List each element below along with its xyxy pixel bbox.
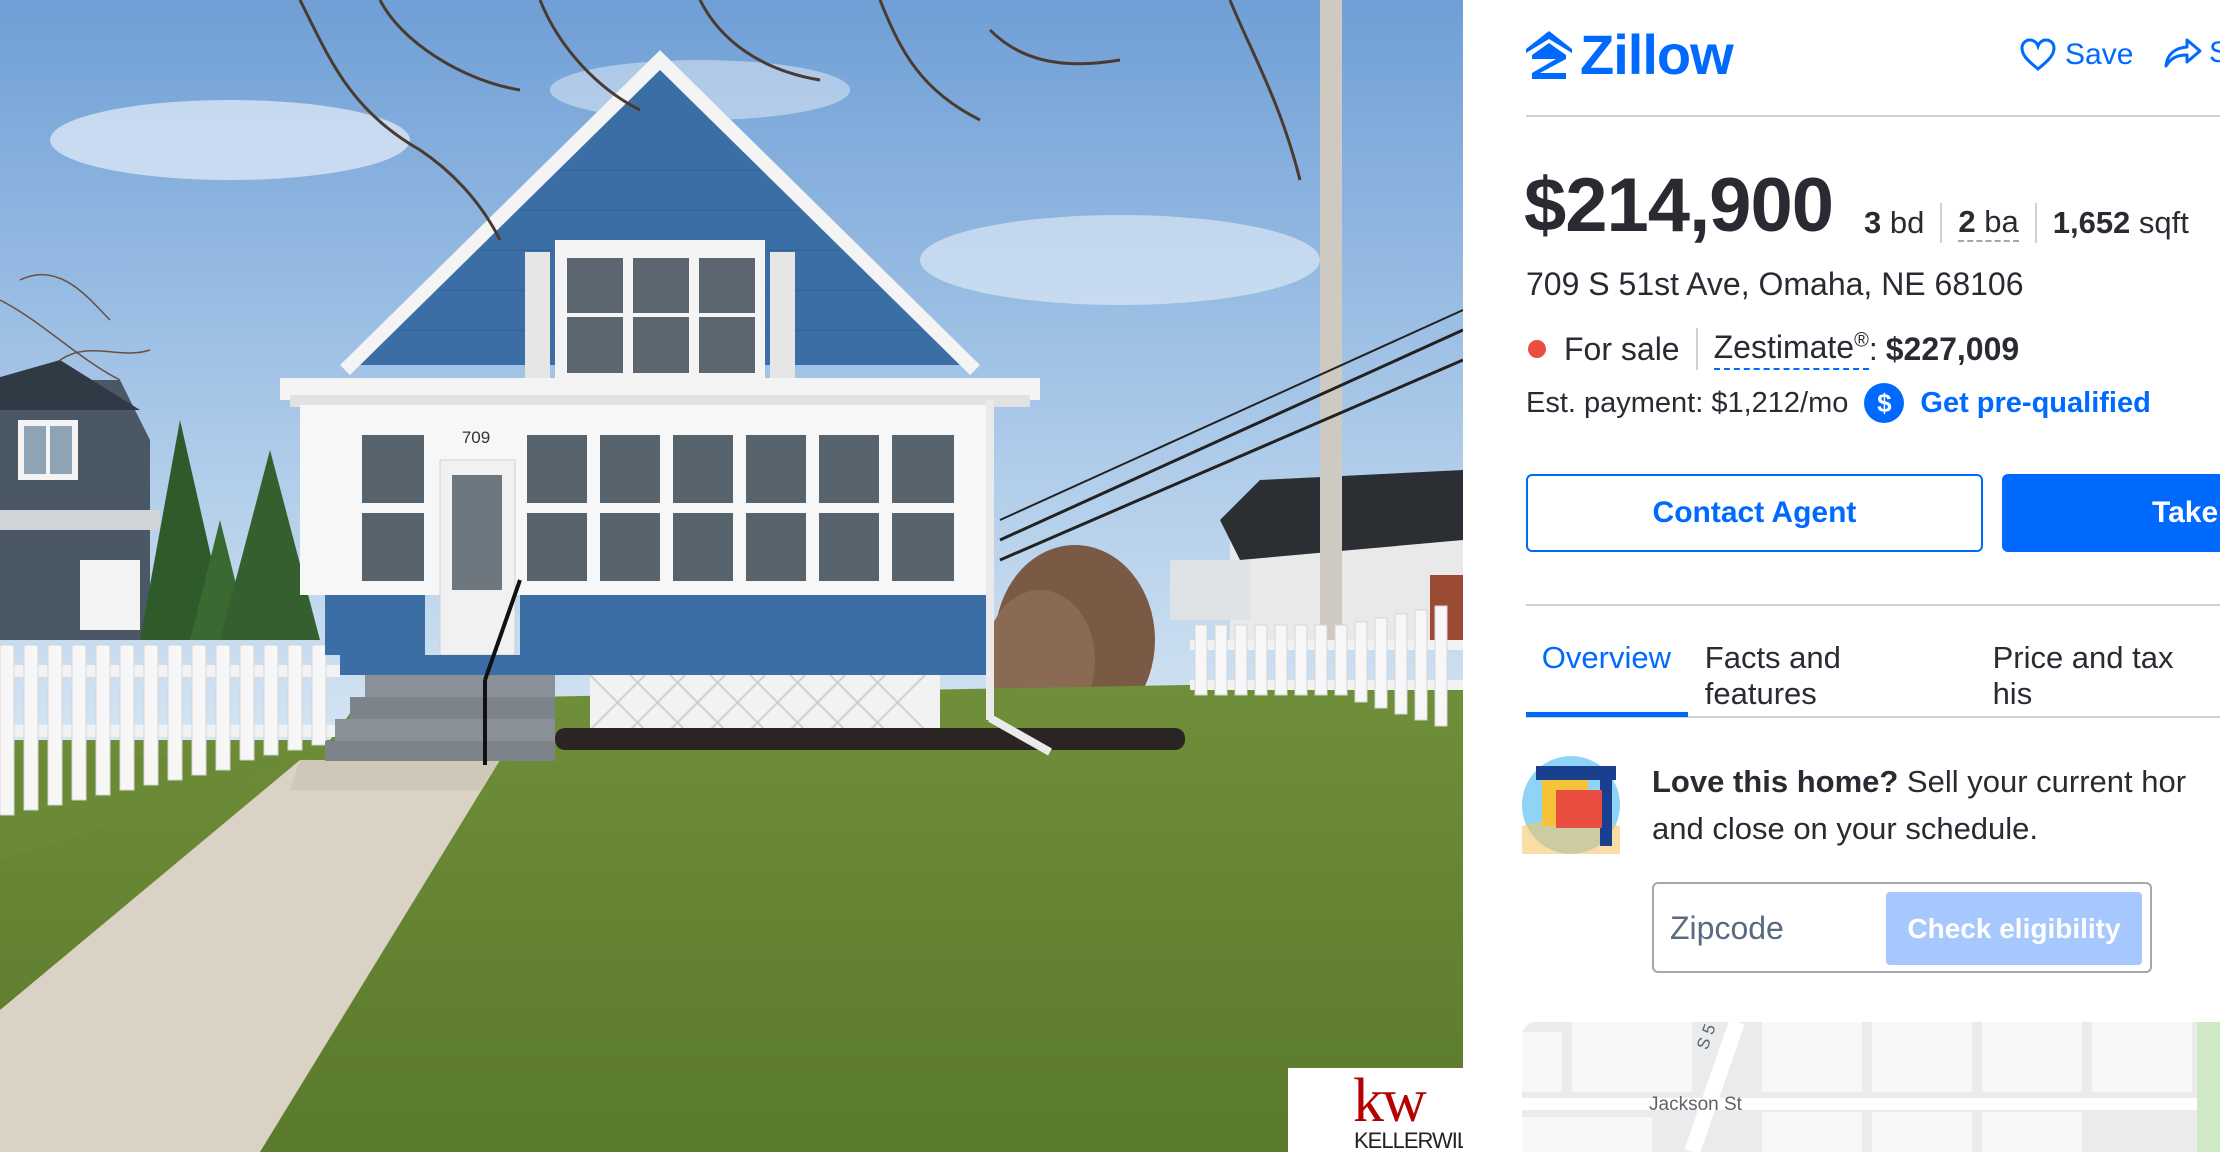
dollar-circle-icon: $ xyxy=(1864,383,1905,423)
take-tour-button[interactable]: Take xyxy=(2002,474,2220,552)
payment-row: Est. payment: $1,212/mo $ Get pre-qualif… xyxy=(1526,383,2151,423)
status-text: For sale xyxy=(1564,330,1680,367)
zestimate-link[interactable]: Zestimate® xyxy=(1713,328,1869,370)
brand-name: Zillow xyxy=(1580,23,1734,86)
sell-home-illustration-icon xyxy=(1522,756,1620,854)
map-preview[interactable]: Jackson St S 5 xyxy=(1522,1022,2220,1152)
share-button[interactable]: S xyxy=(2163,36,2220,70)
listing-stats: 3 bd 2 ba 1,652 sqft xyxy=(1864,203,2189,243)
listing-price: $214,900 xyxy=(1524,163,1834,248)
map-tiles xyxy=(1522,1022,2220,1152)
tab-price-and-tax-history[interactable]: Price and tax his xyxy=(1993,640,2220,712)
map-street-label: Jackson St xyxy=(1649,1094,1742,1115)
zestimate-colon: : xyxy=(1868,330,1878,367)
status-dot-icon xyxy=(1528,340,1546,358)
stat-divider xyxy=(1940,203,1943,243)
check-eligibility-button[interactable]: Check eligibility xyxy=(1886,892,2142,965)
house-number: 709 xyxy=(462,428,490,447)
header-divider xyxy=(1526,115,2220,117)
baths-unit: ba xyxy=(1984,204,2019,239)
beds-value: 3 xyxy=(1864,205,1882,240)
estimated-payment: Est. payment: $1,212/mo xyxy=(1526,386,1849,419)
registered-mark: ® xyxy=(1854,328,1869,351)
status-row: For sale Zestimate®: $227,009 xyxy=(1526,328,2019,370)
listing-address: 709 S 51st Ave, Omaha, NE 68106 xyxy=(1526,266,2024,302)
heart-outline-icon xyxy=(2020,38,2056,71)
baths-stat[interactable]: 2 ba xyxy=(1958,204,2019,242)
get-prequalified-link[interactable]: Get pre-qualified xyxy=(1920,387,2150,420)
listing-tabs: Overview Facts and features Price and ta… xyxy=(1526,640,2220,712)
active-tab-indicator xyxy=(1526,712,1688,717)
sell-promo-text: Love this home? Sell your current hor an… xyxy=(1652,758,2186,852)
promo-line-1-rest: Sell your current hor xyxy=(1898,764,2187,799)
sqft-stat: 1,652 sqft xyxy=(2053,205,2189,241)
baths-value: 2 xyxy=(1958,204,1976,239)
promo-bold: Love this home? xyxy=(1652,764,1899,799)
share-arrow-icon xyxy=(2164,38,2202,68)
sqft-unit: sqft xyxy=(2138,205,2189,240)
zipcode-form: Check eligibility xyxy=(1652,882,2152,973)
zestimate-label: Zestimate xyxy=(1713,328,1855,365)
beds-unit: bd xyxy=(1889,205,1925,240)
stat-divider xyxy=(2034,203,2037,243)
agency-logo: kw KELLERWIL xyxy=(1288,1068,1463,1152)
contact-agent-button[interactable]: Contact Agent xyxy=(1526,474,1983,552)
beds-stat: 3 bd xyxy=(1864,205,1924,241)
actions-divider xyxy=(1526,604,2220,606)
tab-facts-and-features[interactable]: Facts and features xyxy=(1705,640,1960,712)
listing-photo[interactable]: 709 kw KELLERWIL xyxy=(0,0,1463,1152)
sqft-value: 1,652 xyxy=(2052,205,2131,240)
save-label: Save xyxy=(2065,38,2134,71)
tab-overview[interactable]: Overview xyxy=(1526,640,1687,712)
promo-line-2: and close on your schedule. xyxy=(1652,811,2039,846)
promo-line-1: Love this home? Sell your current hor xyxy=(1652,758,2186,805)
share-label: S xyxy=(2209,36,2220,69)
agency-logo-mark: kw xyxy=(1353,1068,1427,1135)
zillow-house-icon xyxy=(1526,30,1572,79)
listing-details-panel: Zillow Save S $214,900 3 bd 2 ba 1,652 s… xyxy=(1463,0,2220,1152)
zestimate-value: $227,009 xyxy=(1885,330,2020,367)
save-button[interactable]: Save xyxy=(2019,38,2133,72)
house-photo-illustration: 709 xyxy=(0,0,1463,1152)
status-divider xyxy=(1695,328,1698,370)
agency-logo-text: KELLERWIL xyxy=(1354,1128,1463,1152)
zillow-logo[interactable]: Zillow xyxy=(1524,22,1734,87)
zipcode-input[interactable] xyxy=(1664,894,1882,963)
